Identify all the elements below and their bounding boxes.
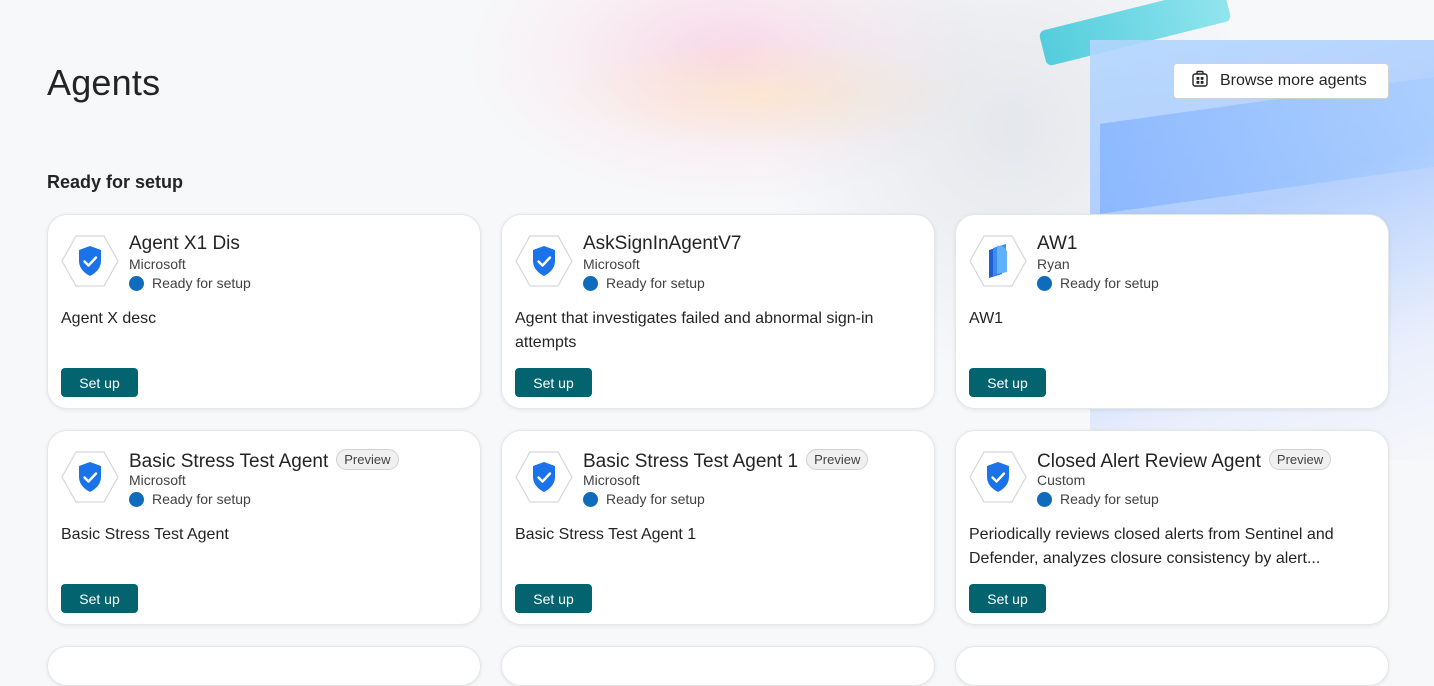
agent-description: Periodically reviews closed alerts from …	[969, 526, 1334, 567]
shield-check-icon	[969, 450, 1027, 504]
agent-card: Basic Stress Test Agent 1 Preview Microso…	[501, 430, 935, 625]
agent-card: AW1 Ryan Ready for setup AW1 Set up	[955, 214, 1389, 409]
agent-name: Closed Alert Review Agent Preview	[1037, 449, 1332, 473]
preview-badge: Preview	[1268, 449, 1332, 470]
status-dot-icon	[583, 491, 598, 507]
agent-card: Basic Stress Test Agent Preview Microsoft…	[47, 430, 481, 625]
agent-publisher: Microsoft	[129, 256, 186, 272]
section-title: Ready for setup	[47, 172, 184, 192]
agent-publisher: Ryan	[1037, 256, 1070, 272]
shield-check-icon	[61, 234, 119, 288]
setup-button[interactable]: Set up	[969, 584, 1046, 613]
setup-button[interactable]: Set up	[61, 584, 138, 613]
agent-name: Basic Stress Test Agent Preview	[129, 449, 399, 473]
agent-description: Basic Stress Test Agent	[61, 526, 229, 543]
agent-description: AW1	[969, 310, 1004, 327]
agent-publisher: Microsoft	[583, 472, 640, 488]
agent-card: AskSignInAgentV7 Microsoft Ready for set…	[501, 214, 935, 409]
setup-button[interactable]: Set up	[969, 368, 1046, 397]
agent-status: Ready for setup	[1037, 275, 1159, 291]
shield-check-icon	[515, 450, 573, 504]
preview-badge: Preview	[806, 449, 869, 470]
agent-status: Ready for setup	[129, 275, 251, 291]
agent-description: Agent X desc	[61, 310, 157, 327]
agent-book-icon	[969, 234, 1027, 288]
agent-card: Closed Alert Review Agent Preview Custom …	[955, 430, 1389, 625]
agent-status: Ready for setup	[583, 491, 705, 507]
agent-card-partial	[47, 646, 481, 686]
preview-badge: Preview	[336, 449, 399, 470]
agent-name: AskSignInAgentV7	[583, 233, 742, 254]
agent-publisher: Microsoft	[129, 472, 186, 488]
agent-publisher: Microsoft	[583, 256, 640, 272]
status-dot-icon	[129, 275, 144, 291]
store-icon	[1190, 69, 1210, 94]
agent-description: Agent that investigates failed and abnor…	[515, 310, 874, 351]
agent-status: Ready for setup	[583, 275, 705, 291]
browse-more-agents-label: Browse more agents	[1220, 72, 1367, 89]
agent-card-partial	[501, 646, 935, 686]
agent-status: Ready for setup	[129, 491, 251, 507]
browse-more-agents-button[interactable]: Browse more agents	[1173, 63, 1389, 99]
agent-status: Ready for setup	[1037, 491, 1159, 507]
setup-button[interactable]: Set up	[61, 368, 138, 397]
agent-name: Basic Stress Test Agent 1 Preview	[583, 449, 869, 473]
agent-name: Agent X1 Dis	[129, 233, 240, 254]
status-dot-icon	[129, 491, 144, 507]
agent-name: AW1	[1037, 233, 1078, 254]
page-title: Agents	[47, 62, 161, 103]
status-dot-icon	[583, 275, 598, 291]
setup-button[interactable]: Set up	[515, 368, 592, 397]
shield-check-icon	[515, 234, 573, 288]
setup-button[interactable]: Set up	[515, 584, 592, 613]
status-dot-icon	[1037, 275, 1052, 291]
agent-publisher: Custom	[1037, 472, 1086, 488]
shield-check-icon	[61, 450, 119, 504]
agent-card-partial	[955, 646, 1389, 686]
status-dot-icon	[1037, 491, 1052, 507]
agent-card: Agent X1 Dis Microsoft Ready for setup A…	[47, 214, 481, 409]
agent-description: Basic Stress Test Agent 1	[515, 526, 697, 543]
